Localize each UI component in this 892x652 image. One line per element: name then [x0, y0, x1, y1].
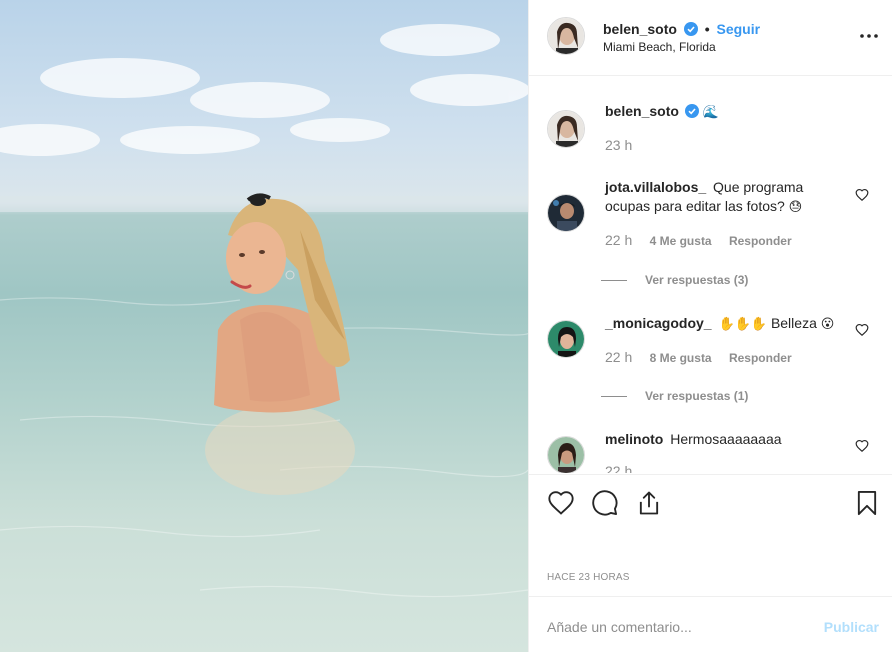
comments-list[interactable]: belen_soto 🌊 23 h jota.villalobos_ Que p…: [529, 77, 892, 473]
post-location[interactable]: Miami Beach, Florida: [603, 40, 716, 54]
view-replies-button[interactable]: Ver respuestas (1): [601, 389, 748, 403]
comment-meta: 22 h: [605, 463, 646, 473]
commenter-avatar[interactable]: [547, 436, 585, 473]
comment-like-icon[interactable]: [855, 188, 869, 202]
caption-author-avatar[interactable]: [547, 110, 585, 148]
comment-body: Hermosaaaaaaaa: [670, 431, 782, 447]
comment-like-icon[interactable]: [855, 323, 869, 337]
view-replies-button[interactable]: Ver respuestas (3): [601, 273, 748, 287]
comment-text: jota.villalobos_ Que programa ocupas par…: [605, 178, 849, 216]
caption-username[interactable]: belen_soto: [605, 103, 679, 119]
comment-likes[interactable]: 4 Me gusta: [650, 234, 712, 248]
comment-input[interactable]: Añade un comentario...: [547, 619, 692, 635]
author-username-row: belen_soto • Seguir: [603, 21, 760, 37]
reply-button[interactable]: Responder: [729, 351, 792, 365]
follow-button[interactable]: Seguir: [716, 21, 760, 37]
reply-button[interactable]: Responder: [729, 234, 792, 248]
comment-time[interactable]: 22 h: [605, 349, 632, 365]
replies-divider: [601, 280, 627, 282]
bookmark-icon[interactable]: [853, 489, 881, 517]
post-photo-illustration: [0, 24, 528, 598]
comment-username[interactable]: _monicagodoy_: [605, 315, 712, 331]
replies-divider: [601, 396, 627, 398]
comment-time[interactable]: 22 h: [605, 232, 632, 248]
publish-button[interactable]: Publicar: [824, 619, 879, 635]
comment-username[interactable]: jota.villalobos_: [605, 179, 706, 195]
comment-meta: 22 h 8 Me gusta Responder: [605, 349, 806, 365]
more-options-icon[interactable]: [859, 28, 879, 44]
post-timestamp[interactable]: HACE 23 HORAS: [547, 572, 630, 583]
caption-time[interactable]: 23 h: [605, 137, 632, 153]
post-photo[interactable]: [0, 0, 528, 652]
comment-meta: 22 h 4 Me gusta Responder: [605, 232, 806, 248]
post-details-panel: belen_soto • Seguir Miami Beach, Florida…: [528, 0, 892, 652]
view-replies-label: Ver respuestas (3): [645, 273, 749, 287]
comment-body: Belleza: [770, 315, 817, 331]
post-actions-bar: [529, 474, 892, 534]
commenter-avatar[interactable]: [547, 320, 585, 358]
comment-text: _monicagodoy_ ✋✋✋ Belleza 😮: [605, 314, 849, 333]
add-comment-form: Añade un comentario... Publicar: [529, 596, 892, 652]
author-avatar[interactable]: [547, 17, 585, 55]
commenter-avatar[interactable]: [547, 194, 585, 232]
comment-like-icon[interactable]: [855, 439, 869, 453]
verified-badge-icon: [684, 104, 699, 118]
comment-text: melinoto Hermosaaaaaaaa: [605, 430, 849, 449]
caption-meta: 23 h: [605, 137, 646, 153]
separator-dot: •: [704, 21, 710, 37]
wave-emoji: 🌊: [702, 104, 719, 119]
view-replies-label: Ver respuestas (1): [645, 389, 749, 403]
hands-emoji: ✋✋✋: [718, 316, 768, 331]
caption-text: belen_soto 🌊: [605, 102, 849, 121]
post-header: belen_soto • Seguir Miami Beach, Florida: [529, 0, 892, 76]
comment-likes[interactable]: 8 Me gusta: [650, 351, 712, 365]
comment-emoji: 😓: [788, 199, 803, 214]
heart-icon[interactable]: [547, 489, 575, 517]
share-icon[interactable]: [635, 489, 663, 517]
comment-emoji: 😮: [820, 316, 835, 331]
comment-time[interactable]: 22 h: [605, 463, 632, 473]
comment-icon[interactable]: [591, 489, 619, 517]
verified-badge-icon: [683, 22, 698, 36]
author-username[interactable]: belen_soto: [603, 21, 677, 37]
comment-username[interactable]: melinoto: [605, 431, 663, 447]
